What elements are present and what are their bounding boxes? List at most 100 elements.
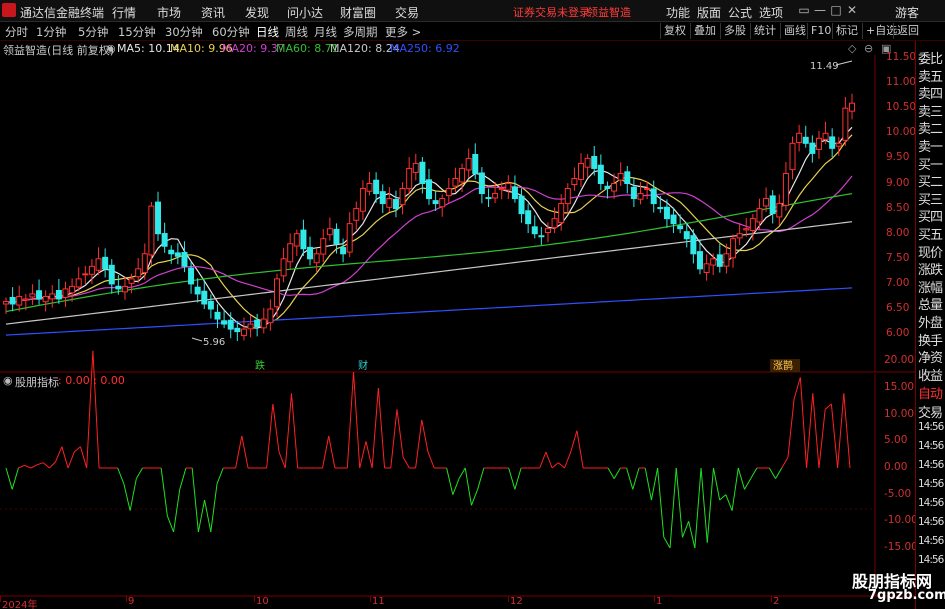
- side-panel-item[interactable]: 14:56: [918, 497, 945, 509]
- menu-wenxiaoda[interactable]: 问小达: [287, 4, 323, 21]
- side-panel-item[interactable]: 换手: [918, 330, 945, 349]
- side-panel-item[interactable]: 总量: [918, 294, 945, 313]
- date-tick: 12: [510, 596, 523, 607]
- indicator-tick: -5.00: [884, 487, 912, 500]
- mark-button[interactable]: 标记: [832, 23, 861, 39]
- side-panel-item[interactable]: 卖五: [918, 66, 945, 85]
- side-panel-item[interactable]: 净资: [918, 347, 945, 366]
- menu-gongshi[interactable]: 公式: [728, 4, 752, 21]
- menu-xuanxiang[interactable]: 选项: [759, 4, 783, 21]
- tab-60min[interactable]: 60分钟: [212, 24, 250, 40]
- indicator-axis: 20.00 15.00 10.00 5.00 0.00 -5.00 -10.00 -15.00: [0, 354, 918, 605]
- date-tick: 11: [372, 596, 385, 607]
- tab-15min[interactable]: 15分钟: [118, 24, 156, 40]
- date-tick-mark: [508, 596, 509, 602]
- date-tick-mark: [771, 596, 772, 602]
- menu-banmian[interactable]: 版面: [697, 4, 721, 21]
- indicator-tick: -10.00: [884, 514, 918, 527]
- restore-layout-icon[interactable]: ▭: [796, 2, 812, 18]
- date-tick: 9: [128, 596, 135, 607]
- side-panel-item[interactable]: 现价: [918, 242, 945, 261]
- price-tick: 8.00: [886, 226, 910, 239]
- date-tick-mark: [254, 596, 255, 602]
- tab-more[interactable]: 更多 >: [385, 24, 421, 40]
- title-bar: 通达信金融终端 行情 市场 资讯 发现 问小达 财富圈 交易 证券交易未登录 领…: [0, 0, 945, 22]
- date-tick: 1: [656, 596, 663, 607]
- overlay-button[interactable]: 叠加: [690, 23, 719, 39]
- tab-5min[interactable]: 5分钟: [78, 24, 108, 40]
- price-tick: 9.50: [886, 151, 910, 164]
- date-tick-mark: [370, 596, 371, 602]
- menu-hangqing[interactable]: 行情: [112, 4, 136, 21]
- indicator-tick: 15.00: [884, 381, 915, 394]
- date-tick: 2024年: [2, 600, 38, 609]
- side-panel-item[interactable]: 卖一: [918, 136, 945, 155]
- tab-30min[interactable]: 30分钟: [165, 24, 203, 40]
- maximize-icon[interactable]: □: [828, 2, 844, 18]
- side-panel-item[interactable]: 委比: [918, 48, 945, 67]
- price-tick: 11.50: [886, 51, 917, 63]
- menu-zixun[interactable]: 资讯: [201, 4, 225, 21]
- menu-gongneng[interactable]: 功能: [666, 4, 690, 21]
- side-panel-item[interactable]: 14:56: [918, 554, 945, 566]
- draw-line-button[interactable]: 画线: [780, 23, 809, 39]
- price-tick: 11.00: [886, 76, 917, 89]
- side-panel-item[interactable]: 卖三: [918, 101, 945, 120]
- menu-caifuquan[interactable]: 财富圈: [340, 4, 376, 21]
- tab-fenshi[interactable]: 分时: [5, 24, 28, 40]
- period-toolbar: 分时 1分钟 5分钟 15分钟 30分钟 60分钟 日线 周线 月线 多周期 更…: [0, 22, 945, 41]
- menu-jiaoyi[interactable]: 交易: [395, 4, 419, 21]
- price-tick: 10.00: [886, 126, 917, 139]
- price-tick: 9.00: [886, 176, 910, 189]
- f10-button[interactable]: F10: [807, 23, 834, 39]
- menu-shichang[interactable]: 市场: [157, 4, 181, 21]
- side-panel-item[interactable]: 买五: [918, 224, 945, 243]
- quote-side-panel: 委比 卖五 卖四 卖三 卖二 卖一 买一 买二 买三 买四 买五 现价 涨跌 涨幅 总量 外盘 换手 净资 收益 自动…: [915, 41, 945, 609]
- side-panel-item[interactable]: 卖四: [918, 83, 945, 102]
- side-panel-item[interactable]: 外盘: [918, 312, 945, 331]
- date-tick: 2: [773, 596, 780, 607]
- side-panel-item[interactable]: 买三: [918, 189, 945, 208]
- side-panel-item[interactable]: 14:56: [918, 440, 945, 452]
- tab-weekly[interactable]: 周线: [285, 24, 308, 40]
- side-panel-item[interactable]: 买一: [918, 154, 945, 173]
- close-icon[interactable]: ✕: [844, 2, 860, 18]
- indicator-tick: 10.00: [884, 407, 915, 420]
- side-panel-item[interactable]: 14:56: [918, 535, 945, 547]
- tab-monthly[interactable]: 月线: [314, 24, 337, 40]
- watermark-url: 7gpzb.com: [868, 588, 945, 603]
- side-panel-item[interactable]: 14:56: [918, 516, 945, 528]
- user-label[interactable]: 游客: [895, 4, 919, 21]
- price-tick: 7.00: [886, 276, 910, 289]
- minimize-icon[interactable]: —: [812, 2, 828, 18]
- tab-multi-period[interactable]: 多周期: [343, 24, 378, 40]
- multi-stock-button[interactable]: 多股: [720, 23, 749, 39]
- stock-name: 领益智造: [587, 6, 631, 19]
- price-tick: 6.00: [886, 327, 910, 340]
- login-warning[interactable]: 证券交易未登录: [513, 4, 590, 20]
- indicator-tick: 0.00: [884, 461, 908, 473]
- price-tick: 7.50: [886, 251, 910, 264]
- side-panel-item[interactable]: 交易: [918, 402, 945, 421]
- side-panel-item[interactable]: 14:56: [918, 459, 945, 471]
- side-panel-item[interactable]: 14:56: [918, 421, 945, 433]
- tab-daily[interactable]: 日线: [256, 24, 279, 40]
- side-panel-item[interactable]: 14:56: [918, 478, 945, 490]
- date-tick-mark: [654, 596, 655, 602]
- side-panel-item[interactable]: 自动: [918, 383, 945, 402]
- side-panel-item[interactable]: 涨幅: [918, 277, 945, 296]
- side-panel-item[interactable]: 买二: [918, 171, 945, 190]
- menu-faxian[interactable]: 发现: [245, 4, 269, 21]
- side-panel-item[interactable]: 涨跌: [918, 259, 945, 278]
- price-tick: 10.50: [886, 101, 917, 114]
- app-logo-icon: [2, 3, 16, 17]
- date-tick: 10: [256, 596, 269, 607]
- back-button[interactable]: 返回: [893, 23, 922, 39]
- side-panel-item[interactable]: 卖二: [918, 118, 945, 137]
- stats-button[interactable]: 统计: [750, 23, 779, 39]
- side-panel-item[interactable]: 买四: [918, 206, 945, 225]
- fuquan-button[interactable]: 复权: [660, 23, 689, 39]
- indicator-tick: 20.00: [884, 354, 915, 367]
- tab-1min[interactable]: 1分钟: [36, 24, 66, 40]
- side-panel-item[interactable]: 收益: [918, 365, 945, 384]
